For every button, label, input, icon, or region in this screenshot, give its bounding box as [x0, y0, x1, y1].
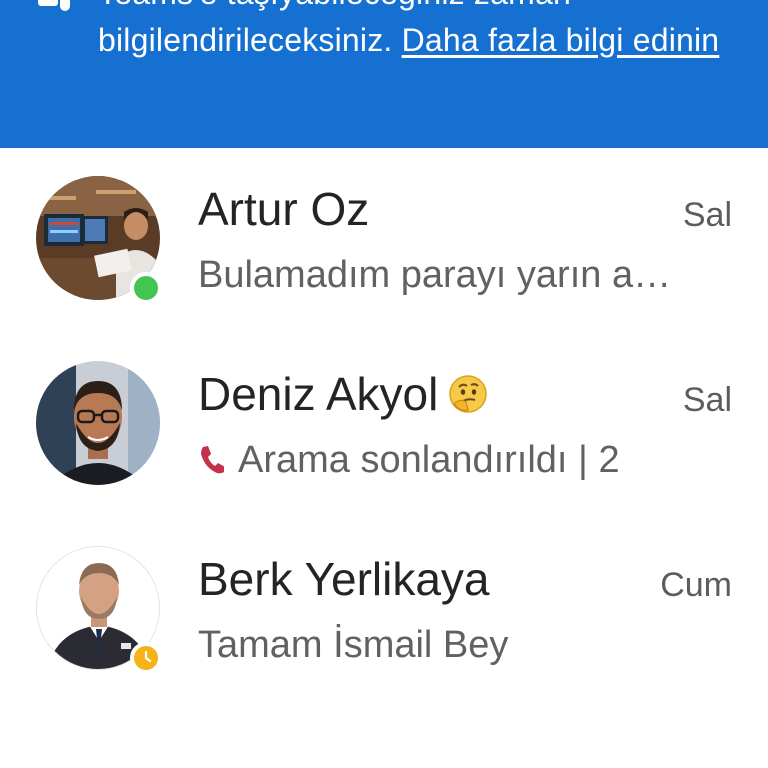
contact-name: Berk Yerlikaya — [198, 553, 490, 605]
info-banner: Teams'e taşıyabileceğiniz zaman bilgilen… — [0, 0, 768, 148]
chat-item-berk-yerlikaya[interactable]: Berk Yerlikaya Cum Tamam İsmail Bey — [0, 518, 768, 703]
phone-icon — [201, 445, 224, 474]
presence-away-indicator — [130, 642, 162, 674]
message-time: Sal — [682, 196, 732, 234]
chat-list: Artur Oz Sal Bulamadım parayı yarın akşa… — [0, 148, 768, 703]
photo-avatar — [36, 361, 160, 485]
teams-icon — [38, 0, 70, 11]
contact-name: Artur Oz — [198, 183, 370, 235]
message-preview-text: Arama sonlandırıldı | 2 — [238, 439, 620, 481]
contact-name: Deniz Akyol — [198, 367, 488, 421]
message-preview: Bulamadım parayı yarın akşam — [198, 254, 673, 296]
thinking-emoji — [449, 375, 488, 413]
clock-icon — [144, 650, 152, 663]
message-time: Cum — [660, 566, 732, 604]
banner-line-1: Teams'e taşıyabileceğiniz zaman — [98, 0, 738, 17]
message-time: Sal — [682, 381, 732, 419]
contact-name-text: Deniz Akyol — [198, 368, 439, 420]
chat-item-artur-oz[interactable]: Artur Oz Sal Bulamadım parayı yarın akşa… — [0, 148, 768, 333]
learn-more-link[interactable]: Daha fazla bilgi edinin — [402, 22, 720, 58]
chat-item-deniz-akyol[interactable]: Deniz Akyol Sal Arama sonlandırıldı | 2 — [0, 333, 768, 518]
banner-message: Teams'e taşıyabileceğiniz zaman bilgilen… — [98, 0, 738, 64]
banner-line-2: bilgilendirileceksiniz. — [98, 22, 402, 58]
avatar[interactable] — [36, 361, 160, 485]
message-preview: Tamam İsmail Bey — [198, 624, 509, 666]
presence-available-indicator — [130, 272, 162, 304]
message-preview: Arama sonlandırıldı | 2 — [198, 439, 673, 482]
